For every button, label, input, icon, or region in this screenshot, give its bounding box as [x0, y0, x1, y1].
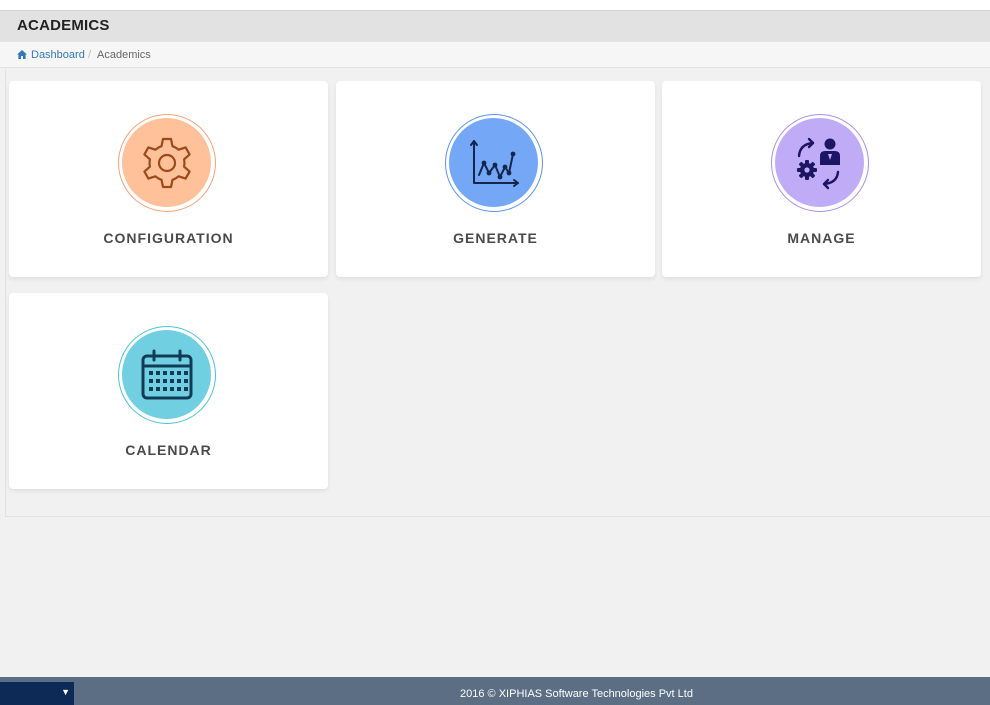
generate-card[interactable]: GENERATE	[336, 81, 655, 277]
calendar-icon-disc	[122, 330, 211, 419]
generate-icon-ring	[445, 114, 543, 212]
breadcrumb: Dashboard / Academics	[0, 42, 990, 68]
breadcrumb-home-label: Dashboard	[31, 49, 85, 61]
configuration-icon-ring	[118, 114, 216, 212]
configuration-label: CONFIGURATION	[103, 230, 234, 246]
home-icon	[17, 50, 27, 59]
breadcrumb-dashboard-link[interactable]: Dashboard	[17, 49, 85, 61]
top-strip	[0, 0, 990, 10]
manage-icon-disc	[775, 118, 864, 207]
gear-icon	[142, 137, 191, 188]
configuration-card[interactable]: CONFIGURATION	[9, 81, 328, 277]
page-header: ACADEMICS	[0, 10, 990, 42]
footer: ▼ 2016 © XIPHIAS Software Technologies P…	[0, 677, 990, 705]
manage-card[interactable]: MANAGE	[662, 81, 981, 277]
breadcrumb-current: Academics	[97, 49, 151, 61]
calendar-card[interactable]: CALENDAR	[9, 293, 328, 489]
configuration-icon-disc	[122, 118, 211, 207]
calendar-icon-ring	[118, 326, 216, 424]
generate-icon-disc	[449, 118, 538, 207]
manage-user-settings-icon	[796, 137, 840, 189]
manage-label: MANAGE	[787, 230, 856, 246]
line-chart-icon	[469, 139, 519, 187]
calendar-label: CALENDAR	[125, 442, 212, 458]
generate-label: GENERATE	[453, 230, 538, 246]
breadcrumb-separator: /	[88, 49, 92, 61]
manage-icon-ring	[771, 114, 869, 212]
page-title: ACADEMICS	[17, 17, 110, 34]
footer-copyright: 2016 © XIPHIAS Software Technologies Pvt…	[460, 688, 693, 700]
calendar-icon	[141, 349, 192, 399]
